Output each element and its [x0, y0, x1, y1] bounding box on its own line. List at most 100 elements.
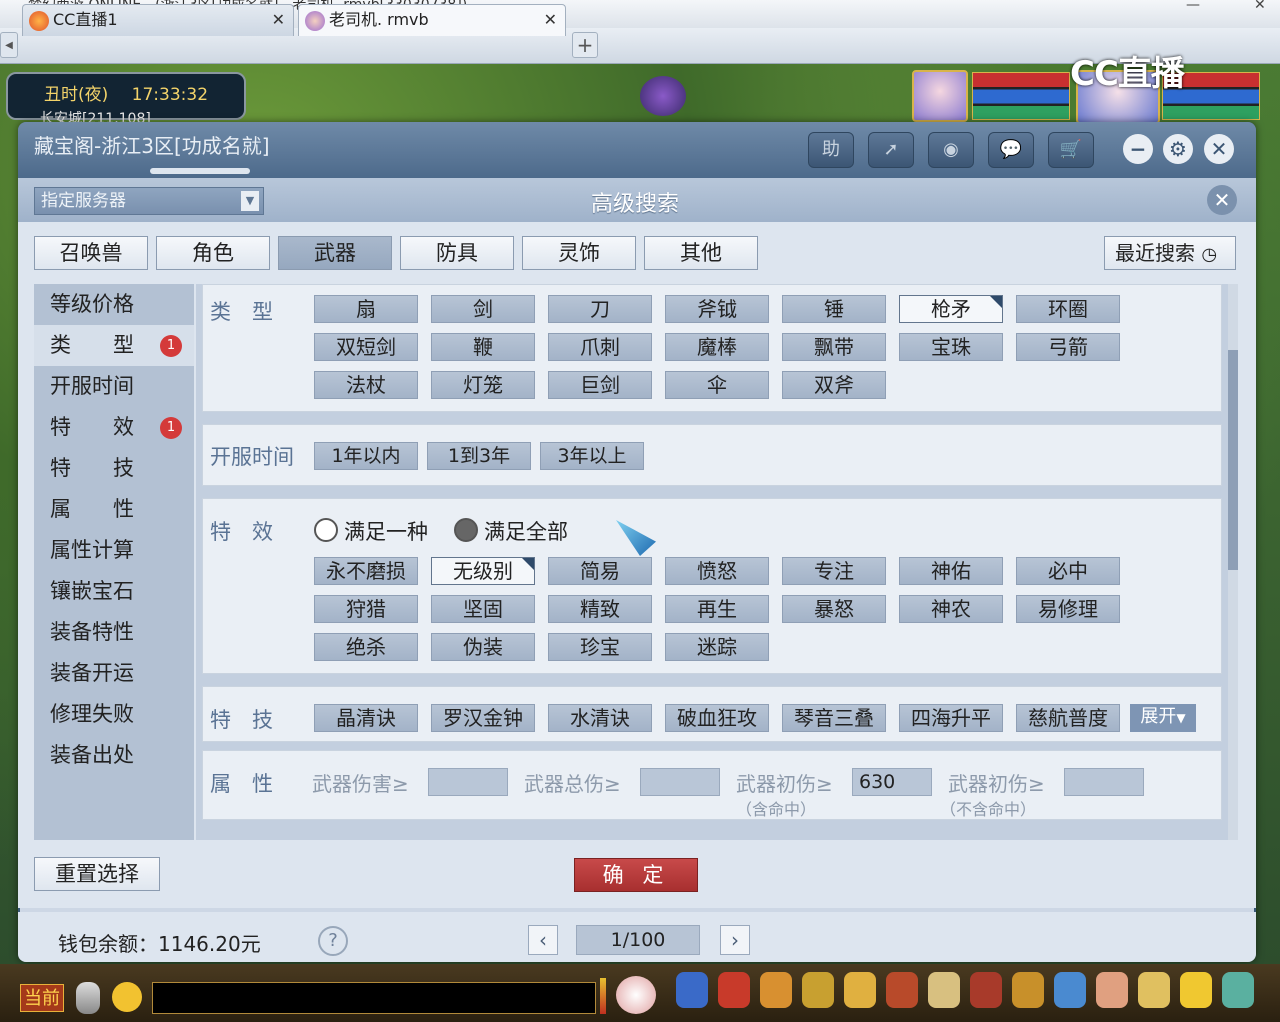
type-option[interactable]: 刀	[548, 295, 652, 323]
effect-option[interactable]: 再生	[665, 595, 769, 623]
skill-option[interactable]: 破血狂攻	[665, 704, 769, 732]
give-icon[interactable]	[760, 972, 792, 1008]
sidebar-item-effect[interactable]: 特 效 1	[34, 407, 194, 448]
type-option[interactable]: 灯笼	[431, 371, 535, 399]
type-option[interactable]: 宝珠	[899, 333, 1003, 361]
skill-option[interactable]: 水清诀	[548, 704, 652, 732]
scrollbar-thumb[interactable]	[1228, 350, 1238, 570]
help-button[interactable]: 助	[808, 132, 854, 168]
effect-option-selected[interactable]: 无级别	[431, 557, 535, 585]
sidebar-item-server-time[interactable]: 开服时间	[34, 366, 194, 407]
skill-option[interactable]: 慈航普度	[1016, 704, 1120, 732]
type-option[interactable]: 爪刺	[548, 333, 652, 361]
next-page-icon[interactable]: ›	[720, 925, 750, 955]
category-weapon[interactable]: 武器	[278, 236, 392, 270]
sidebar-item-attribute[interactable]: 属 性	[34, 489, 194, 530]
category-accessory[interactable]: 灵饰	[522, 236, 636, 270]
pet-icon[interactable]	[886, 972, 918, 1008]
confirm-button[interactable]: 确 定	[574, 858, 698, 892]
help-icon[interactable]: ?	[318, 926, 348, 956]
trade-icon[interactable]	[802, 972, 834, 1008]
recent-search-button[interactable]: 最近搜索 ◷	[1104, 236, 1236, 270]
sidebar-item-origin[interactable]: 装备出处	[34, 735, 194, 776]
effect-option[interactable]: 精致	[548, 595, 652, 623]
category-armor[interactable]: 防具	[400, 236, 514, 270]
sidebar-item-gem[interactable]: 镶嵌宝石	[34, 571, 194, 612]
emoji-icon[interactable]	[112, 982, 142, 1012]
sidebar-item-type[interactable]: 类 型 1	[34, 325, 194, 366]
quest-icon[interactable]	[928, 972, 960, 1008]
effect-option[interactable]: 神佑	[899, 557, 1003, 585]
chat-bubble-icon[interactable]: 💬	[988, 132, 1034, 168]
type-option[interactable]: 剑	[431, 295, 535, 323]
expand-skills-button[interactable]: 展开▼	[1130, 704, 1196, 732]
category-role[interactable]: 角色	[156, 236, 270, 270]
pet-avatar[interactable]	[912, 70, 968, 122]
weapon-damage-input[interactable]	[428, 768, 508, 796]
type-option[interactable]: 法杖	[314, 371, 418, 399]
effect-option[interactable]: 伪装	[431, 633, 535, 661]
weapon-base-damage-input[interactable]: 630	[852, 768, 932, 796]
type-option[interactable]: 双短剑	[314, 333, 418, 361]
type-option[interactable]: 飘带	[782, 333, 886, 361]
item-bag-icon[interactable]	[718, 972, 750, 1008]
close-tab-icon[interactable]: ✕	[272, 5, 285, 35]
map-icon[interactable]	[1054, 972, 1086, 1008]
attack-icon[interactable]	[676, 972, 708, 1008]
effect-option[interactable]: 易修理	[1016, 595, 1120, 623]
record-icon[interactable]: ◉	[928, 132, 974, 168]
category-pet[interactable]: 召唤兽	[34, 236, 148, 270]
sidebar-item-level-price[interactable]: 等级价格	[34, 284, 194, 325]
minimize-icon[interactable]: −	[1123, 134, 1153, 164]
effect-option[interactable]: 专注	[782, 557, 886, 585]
effect-option[interactable]: 珍宝	[548, 633, 652, 661]
close-tab-icon[interactable]: ✕	[544, 5, 557, 35]
chat-input[interactable]	[152, 982, 596, 1014]
tab-video[interactable]: 老司机. rmvb ✕	[298, 4, 566, 36]
type-option[interactable]: 扇	[314, 295, 418, 323]
sidebar-item-repair-fail[interactable]: 修理失败	[34, 694, 194, 735]
server-time-option[interactable]: 3年以上	[540, 442, 644, 470]
type-option[interactable]: 巨剑	[548, 371, 652, 399]
type-option[interactable]: 弓箭	[1016, 333, 1120, 361]
type-option[interactable]: 伞	[665, 371, 769, 399]
pet-quick-icon[interactable]	[616, 976, 656, 1014]
sidebar-item-fortune[interactable]: 装备开运	[34, 653, 194, 694]
effect-option[interactable]: 必中	[1016, 557, 1120, 585]
settings-gear-icon[interactable]: ⚙	[1163, 134, 1193, 164]
effect-option[interactable]: 神农	[899, 595, 1003, 623]
skill-icon[interactable]	[1012, 972, 1044, 1008]
cart-icon[interactable]: 🛒	[1048, 132, 1094, 168]
skill-option[interactable]: 罗汉金钟	[431, 704, 535, 732]
type-option[interactable]: 环圈	[1016, 295, 1120, 323]
effect-option[interactable]: 愤怒	[665, 557, 769, 585]
minimize-icon[interactable]: —	[1186, 0, 1200, 12]
share-icon[interactable]: ➚	[868, 132, 914, 168]
effect-option[interactable]: 迷踪	[665, 633, 769, 661]
type-option[interactable]: 鞭	[431, 333, 535, 361]
skill-option[interactable]: 琴音三叠	[782, 704, 886, 732]
new-tab-button[interactable]: +	[572, 32, 598, 58]
team-icon[interactable]	[844, 972, 876, 1008]
type-option[interactable]: 魔棒	[665, 333, 769, 361]
effect-option[interactable]: 简易	[548, 557, 652, 585]
skill-option[interactable]: 四海升平	[899, 704, 1003, 732]
type-option[interactable]: 斧钺	[665, 295, 769, 323]
settings-icon[interactable]	[1222, 972, 1254, 1008]
sidebar-item-skill[interactable]: 特 技	[34, 448, 194, 489]
event-icon[interactable]	[1138, 972, 1170, 1008]
effect-option[interactable]: 狩猎	[314, 595, 418, 623]
sidebar-item-attr-calc[interactable]: 属性计算	[34, 530, 194, 571]
dialog-close-icon[interactable]: ✕	[1207, 185, 1237, 215]
type-option[interactable]: 锤	[782, 295, 886, 323]
tab-cc-live[interactable]: CC直播1 ✕	[22, 4, 294, 36]
radio-match-any[interactable]	[314, 518, 338, 542]
effect-option[interactable]: 绝杀	[314, 633, 418, 661]
type-option[interactable]: 双斧	[782, 371, 886, 399]
weapon-total-damage-input[interactable]	[640, 768, 720, 796]
system-icon[interactable]	[1180, 972, 1212, 1008]
close-icon[interactable]: ✕	[1204, 134, 1234, 164]
sidebar-item-trait[interactable]: 装备特性	[34, 612, 194, 653]
prev-page-icon[interactable]: ‹	[528, 925, 558, 955]
skill-option[interactable]: 晶清诀	[314, 704, 418, 732]
